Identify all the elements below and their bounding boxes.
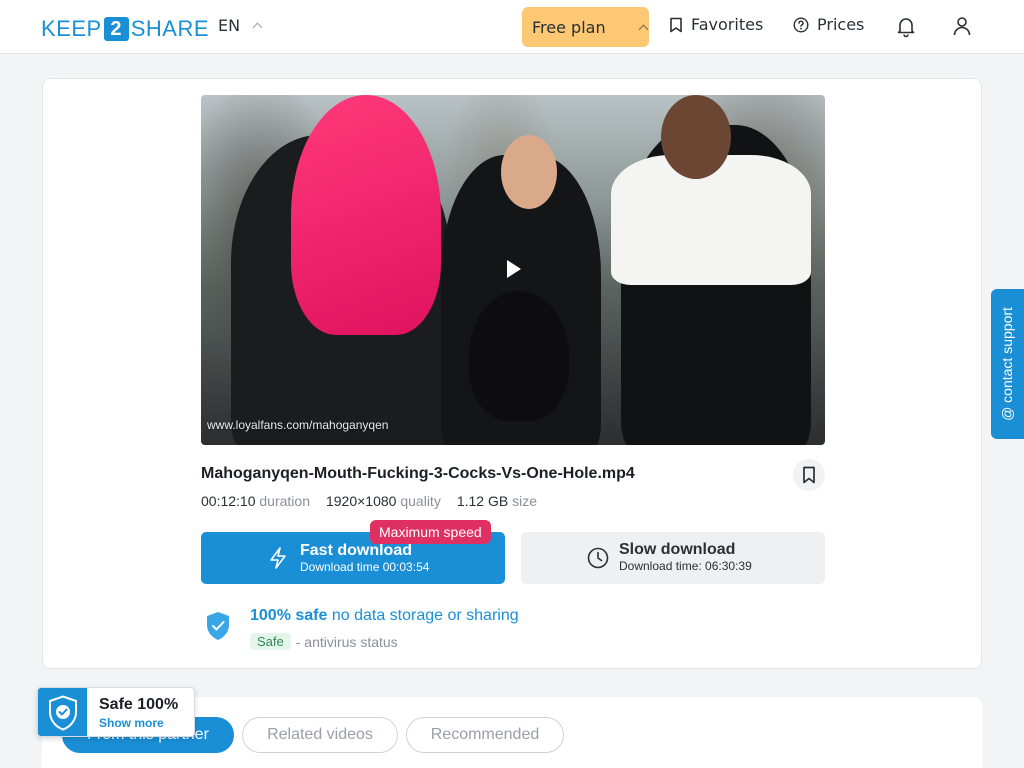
- badge-shield-zone: [38, 688, 87, 736]
- file-name: Mahoganyqen-Mouth-Fucking-3-Cocks-Vs-One…: [201, 465, 635, 482]
- size-label: size: [512, 493, 537, 509]
- prices-label: Prices: [817, 15, 865, 34]
- play-icon[interactable]: [507, 260, 521, 278]
- video-figure-right-face: [661, 95, 731, 179]
- video-preview[interactable]: www.loyalfans.com/mahoganyqen: [201, 95, 825, 445]
- fast-download-time: Download time 00:03:54: [300, 559, 430, 574]
- duration-label: duration: [259, 493, 310, 509]
- safety-strong: 100% safe: [250, 607, 328, 624]
- slow-download-label: Slow download: [619, 541, 736, 558]
- safety-rest: no data storage or sharing: [331, 607, 519, 624]
- video-figure-left-hair: [291, 95, 441, 335]
- contact-support-tab[interactable]: @ contact support: [991, 289, 1024, 439]
- bookmark-icon: [670, 17, 682, 32]
- top-header: KEEP 2 SHARE EN Free plan Favorites Pric…: [0, 0, 1024, 54]
- tab-related-videos[interactable]: Related videos: [242, 717, 398, 753]
- safe-badge[interactable]: Safe 100% Show more: [37, 687, 195, 737]
- tab-recommended[interactable]: Recommended: [406, 717, 564, 753]
- slow-download-time: Download time: 06:30:39: [619, 559, 752, 573]
- antivirus-status: Safe - antivirus status: [250, 633, 398, 650]
- plan-selector[interactable]: Free plan: [522, 7, 649, 47]
- badge-show-more[interactable]: Show more: [99, 716, 164, 730]
- favorites-link[interactable]: Favorites: [669, 15, 763, 34]
- duration-info: 00:12:10 duration: [201, 493, 310, 509]
- bookmark-icon: [803, 466, 815, 484]
- fast-download-text: Fast download Download time 00:03:54: [300, 542, 429, 575]
- video-figure-center-face: [501, 135, 557, 209]
- size-value: 1.12 GB: [456, 493, 509, 509]
- logo-text-left: KEEP: [41, 16, 102, 41]
- safe-pill: Safe: [250, 633, 291, 650]
- file-card: www.loyalfans.com/mahoganyqen Mahoganyqe…: [42, 78, 982, 669]
- site-logo[interactable]: KEEP 2 SHARE: [41, 16, 209, 42]
- logo-text-right: SHARE: [130, 16, 209, 41]
- logo-number: 2: [103, 17, 129, 41]
- user-icon[interactable]: [950, 14, 974, 38]
- shield-check-icon: [207, 612, 229, 640]
- contact-support-label: @ contact support: [999, 307, 1015, 421]
- prices-link[interactable]: Prices: [793, 15, 864, 34]
- plan-label: Free plan: [532, 17, 606, 37]
- video-watermark: www.loyalfans.com/mahoganyqen: [207, 418, 389, 432]
- safety-headline: 100% safe no data storage or sharing: [250, 607, 519, 625]
- chevron-up-icon: [252, 22, 263, 33]
- help-circle-icon: [793, 16, 809, 33]
- max-speed-badge: Maximum speed: [370, 520, 491, 544]
- lightning-icon: [270, 547, 286, 569]
- slow-download-text: Slow download Download time: 06:30:39: [619, 541, 752, 574]
- slow-download-button[interactable]: Slow download Download time: 06:30:39: [521, 532, 825, 584]
- badge-title: Safe 100%: [99, 696, 179, 713]
- quality-value: 1920×1080: [325, 493, 397, 509]
- chevron-up-icon: [638, 24, 649, 34]
- quality-info: 1920×1080 quality: [326, 493, 441, 509]
- video-figure-mask: [469, 291, 569, 421]
- fast-download-label: Fast download: [300, 541, 412, 559]
- bell-icon[interactable]: [894, 14, 918, 38]
- favorites-label: Favorites: [691, 15, 764, 34]
- quality-label: quality: [400, 493, 441, 509]
- language-label: EN: [218, 16, 241, 35]
- antivirus-label: - antivirus status: [295, 633, 398, 650]
- duration-value: 00:12:10: [201, 493, 256, 509]
- shield-check-icon: [48, 695, 77, 731]
- clock-icon: [587, 547, 609, 569]
- bookmark-button[interactable]: [793, 459, 825, 491]
- size-info: 1.12 GB size: [457, 493, 537, 509]
- language-selector[interactable]: EN: [218, 16, 263, 35]
- file-meta: 00:12:10 duration 1920×1080 quality 1.12…: [201, 493, 537, 509]
